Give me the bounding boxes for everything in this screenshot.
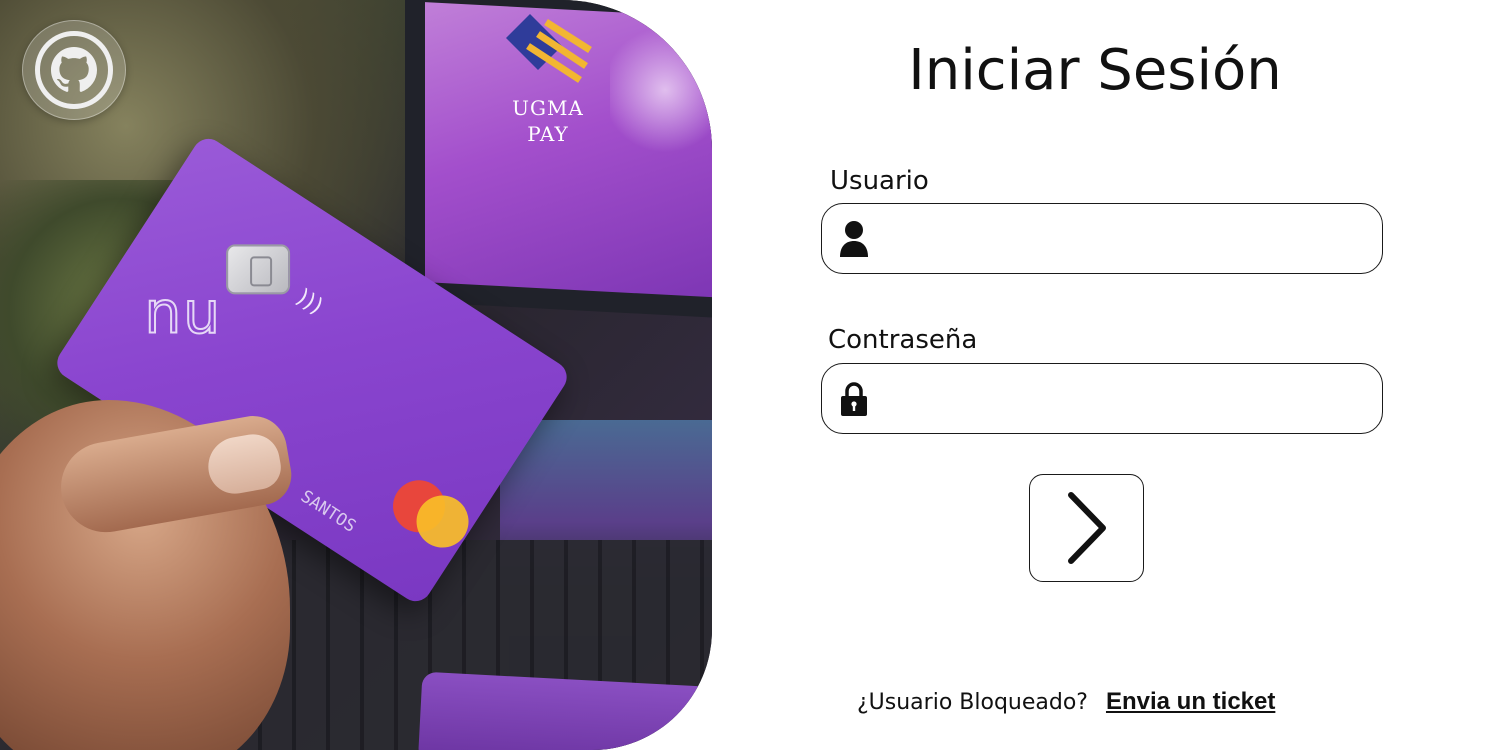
send-ticket-link[interactable]: Envia un ticket xyxy=(1106,688,1275,716)
user-icon xyxy=(826,220,882,258)
hero-photo: ))) nu SANTOS UGMA PAY xyxy=(0,0,712,750)
username-input[interactable] xyxy=(882,204,1382,273)
github-icon xyxy=(35,31,113,109)
card-logo: nu xyxy=(143,278,223,348)
github-button[interactable] xyxy=(22,20,126,120)
page-title: Iniciar Sesión xyxy=(908,38,1282,103)
blocked-user-question: ¿Usuario Bloqueado? xyxy=(857,690,1088,715)
lock-icon xyxy=(826,381,882,417)
background-monitor-glow xyxy=(610,20,712,160)
brand-logo: UGMA PAY xyxy=(498,10,598,146)
brand-name-line1: UGMA xyxy=(512,96,584,120)
brand-mark-icon xyxy=(506,14,592,83)
card-holder-name: SANTOS xyxy=(296,486,360,537)
submit-button[interactable] xyxy=(1029,474,1144,582)
password-input[interactable] xyxy=(882,364,1382,433)
username-label: Usuario xyxy=(830,166,929,196)
footer: ¿Usuario Bloqueado? Envia un ticket xyxy=(857,688,1275,716)
username-field xyxy=(821,203,1383,274)
password-label: Contraseña xyxy=(828,325,978,355)
password-field xyxy=(821,363,1383,434)
brand-name-line2: PAY xyxy=(527,122,569,146)
chevron-right-icon xyxy=(1067,492,1106,564)
card-chip xyxy=(226,244,291,295)
contactless-icon: ))) xyxy=(291,284,328,320)
